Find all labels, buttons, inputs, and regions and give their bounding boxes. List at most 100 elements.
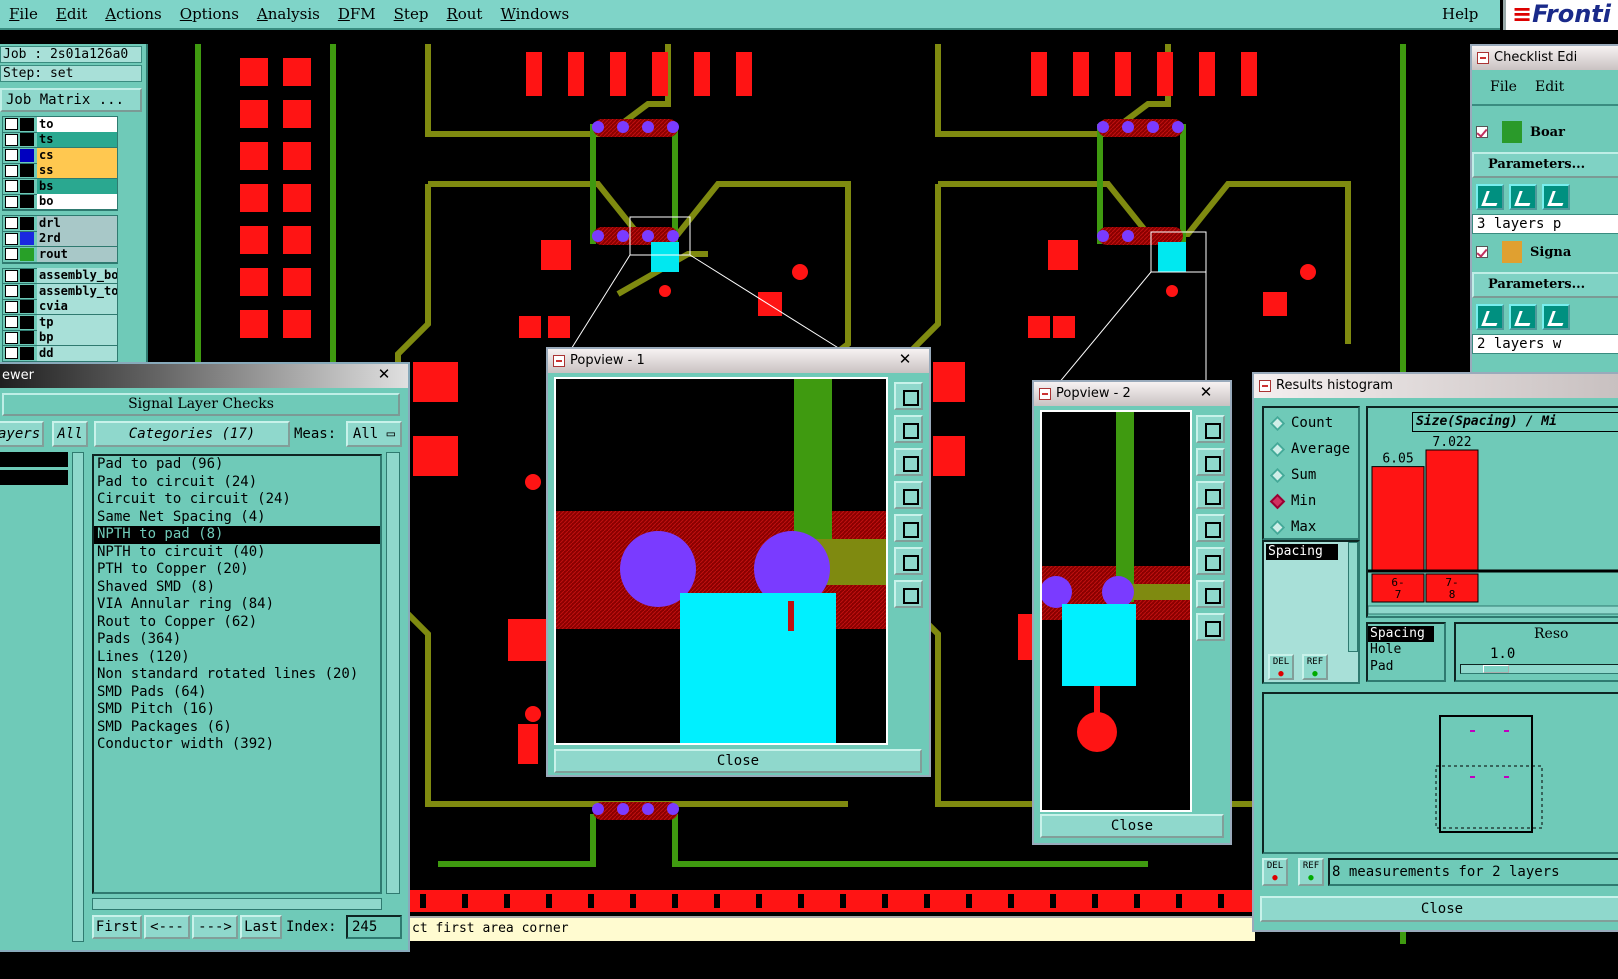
pan-right-icon[interactable] <box>1196 547 1225 575</box>
checklist-menu-edit[interactable]: Edit <box>1527 79 1572 95</box>
measure-item[interactable]: Pad <box>1368 659 1444 676</box>
zoom-fit-icon[interactable] <box>1196 415 1225 443</box>
zoom-in-icon[interactable] <box>894 547 923 575</box>
zoom-out-icon[interactable] <box>894 580 923 608</box>
layer-color-swatch[interactable] <box>20 133 34 147</box>
last-button[interactable]: Last <box>240 915 282 939</box>
check-row-board[interactable]: Boar <box>1472 114 1618 150</box>
category-item[interactable]: PTH to Copper (20) <box>94 561 380 579</box>
layer-color-swatch[interactable] <box>20 247 34 261</box>
slc-titlebar[interactable]: ewer ✕ <box>0 364 408 388</box>
category-item[interactable]: Pads (364) <box>94 631 380 649</box>
pan-right-icon[interactable] <box>894 514 923 542</box>
mode-average-radio[interactable]: Average <box>1264 436 1358 462</box>
pan-down-icon[interactable] <box>894 448 923 476</box>
menu-file[interactable]: File <box>0 5 47 23</box>
category-item[interactable]: VIA Annular ring (84) <box>94 596 380 614</box>
job-matrix-button[interactable]: Job Matrix ... <box>0 88 142 112</box>
layer-color-swatch[interactable] <box>20 117 34 131</box>
layer-name[interactable]: bs <box>37 178 117 194</box>
layer-color-swatch[interactable] <box>20 232 34 246</box>
measure-item[interactable]: Hole <box>1368 642 1444 659</box>
menu-step[interactable]: Step <box>385 5 438 23</box>
histogram-hscrollbar[interactable] <box>1368 605 1618 615</box>
run-check-icon[interactable] <box>1476 184 1504 210</box>
layer-name[interactable]: 2rd <box>37 231 117 247</box>
menu-windows[interactable]: Windows <box>491 5 578 23</box>
layer-color-swatch[interactable] <box>20 216 34 230</box>
menu-help[interactable]: Help <box>1442 5 1478 23</box>
ref-button[interactable]: REF ● <box>1298 858 1324 886</box>
layer-row-rout[interactable]: rout <box>3 246 117 263</box>
layer-checkbox[interactable] <box>5 180 18 193</box>
pan-left-icon[interactable] <box>1196 514 1225 542</box>
layer-name[interactable]: cs <box>37 147 117 163</box>
next-button[interactable]: ---> <box>192 915 238 939</box>
all-layers-button[interactable]: All <box>52 421 88 447</box>
layer-name[interactable]: cvia <box>37 299 117 315</box>
check-row-signal[interactable]: Signa <box>1472 234 1618 270</box>
mode-count-radio[interactable]: Count <box>1264 410 1358 436</box>
popview-1-close-icon[interactable]: ✕ <box>887 349 923 369</box>
checklist-titlebar[interactable]: Checklist Edi <box>1472 46 1618 70</box>
layer-name[interactable]: ss <box>37 163 117 179</box>
layer-name[interactable]: dd <box>37 345 117 361</box>
category-hscrollbar[interactable] <box>92 898 382 910</box>
report-icon[interactable] <box>1542 304 1570 330</box>
category-item[interactable]: Rout to Copper (62) <box>94 614 380 632</box>
field-list-item[interactable]: Spacing <box>1266 544 1338 560</box>
layer-color-swatch[interactable] <box>20 148 34 162</box>
report-icon[interactable] <box>1542 184 1570 210</box>
zoom-out-icon[interactable] <box>1196 613 1225 641</box>
layer-checkbox[interactable] <box>5 133 18 146</box>
layer-color-swatch[interactable] <box>20 284 34 298</box>
histogram-titlebar[interactable]: Results histogram <box>1254 374 1618 398</box>
layer-row-cs[interactable]: cs <box>3 147 117 164</box>
view-results-icon[interactable] <box>1509 304 1537 330</box>
pan-down-icon[interactable] <box>1196 481 1225 509</box>
first-button[interactable]: First <box>92 915 142 939</box>
popview-1-titlebar[interactable]: Popview - 1 ✕ <box>548 349 929 373</box>
histogram-close-button[interactable]: Close <box>1260 896 1618 922</box>
layer-row-2rd[interactable]: 2rd <box>3 231 117 247</box>
layer-color-swatch[interactable] <box>20 179 34 193</box>
layer-color-swatch[interactable] <box>20 346 34 360</box>
ref-button[interactable]: REF ● <box>1302 654 1328 680</box>
mode-max-radio[interactable]: Max <box>1264 514 1358 540</box>
run-check-icon[interactable] <box>1476 304 1504 330</box>
layer-name[interactable]: assembly_top <box>37 283 117 299</box>
parameters-button[interactable]: Parameters... <box>1472 272 1618 298</box>
menu-analysis[interactable]: Analysis <box>248 5 329 23</box>
mode-min-radio[interactable]: Min <box>1264 488 1358 514</box>
layer-checkbox[interactable] <box>5 347 18 360</box>
category-item[interactable]: Conductor width (392) <box>94 736 380 754</box>
slider-thumb[interactable] <box>1483 665 1509 673</box>
category-item[interactable]: Pad to pad (96) <box>94 456 380 474</box>
category-item[interactable]: Same Net Spacing (4) <box>94 509 380 527</box>
layer-checkbox[interactable] <box>5 118 18 131</box>
layer-checkbox[interactable] <box>5 217 18 230</box>
layer-name[interactable]: ts <box>37 132 117 148</box>
layer-name[interactable]: tp <box>37 314 117 330</box>
layer-checkbox[interactable] <box>5 248 18 261</box>
layer-row-bs[interactable]: bs <box>3 178 117 195</box>
layer-list-item[interactable] <box>0 470 68 485</box>
layer-checkbox[interactable] <box>5 285 18 298</box>
layer-color-swatch[interactable] <box>20 331 34 345</box>
index-input[interactable] <box>346 915 402 939</box>
layer-checkbox[interactable] <box>5 300 18 313</box>
layer-row-dd[interactable]: dd <box>3 345 117 362</box>
zoom-in-icon[interactable] <box>1196 580 1225 608</box>
layers-tab[interactable]: ayers <box>0 421 44 447</box>
layer-name[interactable]: rout <box>37 246 117 262</box>
layer-row-bo[interactable]: bo <box>3 194 117 210</box>
menu-dfm[interactable]: DFM <box>329 5 385 23</box>
pan-left-icon[interactable] <box>894 481 923 509</box>
layer-checkbox[interactable] <box>5 316 18 329</box>
menu-options[interactable]: Options <box>171 5 248 23</box>
menu-edit[interactable]: Edit <box>47 5 96 23</box>
layer-row-ts[interactable]: ts <box>3 132 117 148</box>
category-item[interactable]: NPTH to circuit (40) <box>94 544 380 562</box>
popview-2-canvas[interactable] <box>1040 410 1192 812</box>
category-item[interactable]: SMD Packages (6) <box>94 719 380 737</box>
